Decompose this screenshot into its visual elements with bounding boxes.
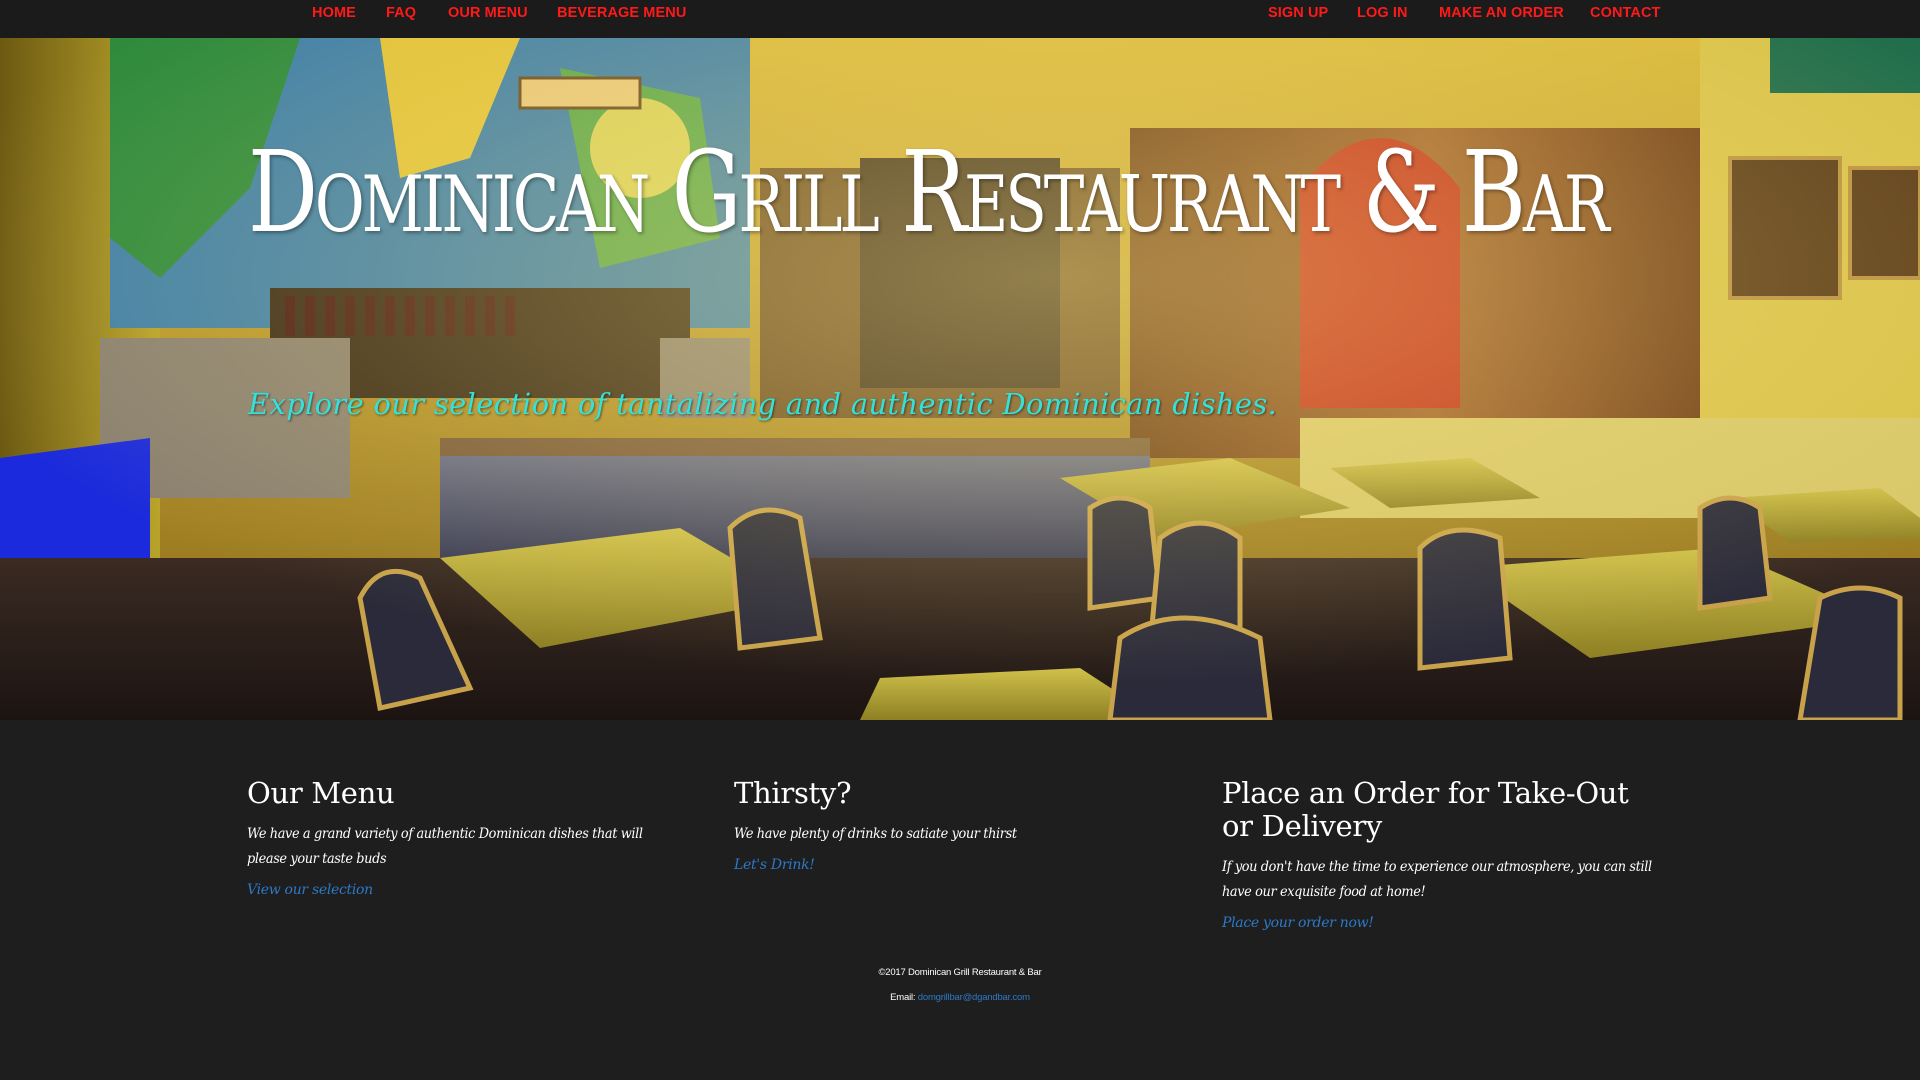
nav-make-an-order-link[interactable]: MAKE AN ORDER	[1439, 5, 1564, 21]
order-section: Place an Order for Take-Out or Delivery …	[1222, 777, 1652, 932]
page: HOME FAQ OUR MENU BEVERAGE MENU SIGN UP …	[0, 0, 1920, 1080]
our-menu-section: Our Menu We have a grand variety of auth…	[247, 777, 687, 899]
feature-columns: Our Menu We have a grand variety of auth…	[0, 720, 1920, 1080]
view-selection-link[interactable]: View our selection	[247, 882, 373, 898]
hero-title: Dominican Grill Restaurant & Bar	[248, 128, 1610, 258]
nav-home-link[interactable]: HOME	[312, 5, 356, 21]
thirsty-section: Thirsty? We have plenty of drinks to sat…	[734, 777, 1174, 874]
lets-drink-link[interactable]: Let's Drink!	[734, 857, 815, 873]
footer-email-label: Email:	[890, 992, 918, 1003]
footer-email-line: Email: domgrillbar@dgandbar.com	[0, 992, 1920, 1003]
top-navbar: HOME FAQ OUR MENU BEVERAGE MENU SIGN UP …	[0, 0, 1920, 38]
thirsty-heading: Thirsty?	[734, 776, 852, 810]
our-menu-heading: Our Menu	[247, 776, 395, 810]
hero-subtitle: Explore our selection of tantalizing and…	[248, 387, 1278, 421]
place-order-link[interactable]: Place your order now!	[1222, 915, 1374, 931]
order-description: If you don't have the time to experience…	[1222, 859, 1652, 900]
nav-faq-link[interactable]: FAQ	[386, 5, 416, 21]
nav-beverage-menu-link[interactable]: BEVERAGE MENU	[557, 5, 686, 21]
footer-email-link[interactable]: domgrillbar@dgandbar.com	[918, 992, 1030, 1003]
nav-log-in-link[interactable]: LOG IN	[1357, 5, 1408, 21]
hero-banner: Dominican Grill Restaurant & Bar Explore…	[0, 38, 1920, 720]
footer-copyright: ©2017 Dominican Grill Restaurant & Bar	[878, 967, 1042, 978]
order-heading: Place an Order for Take-Out or Delivery	[1222, 776, 1629, 843]
our-menu-description: We have a grand variety of authentic Dom…	[247, 826, 643, 867]
nav-sign-up-link[interactable]: SIGN UP	[1268, 5, 1328, 21]
nav-contact-link[interactable]: CONTACT	[1590, 5, 1661, 21]
thirsty-description: We have plenty of drinks to satiate your…	[734, 826, 1017, 842]
nav-our-menu-link[interactable]: OUR MENU	[448, 5, 528, 21]
